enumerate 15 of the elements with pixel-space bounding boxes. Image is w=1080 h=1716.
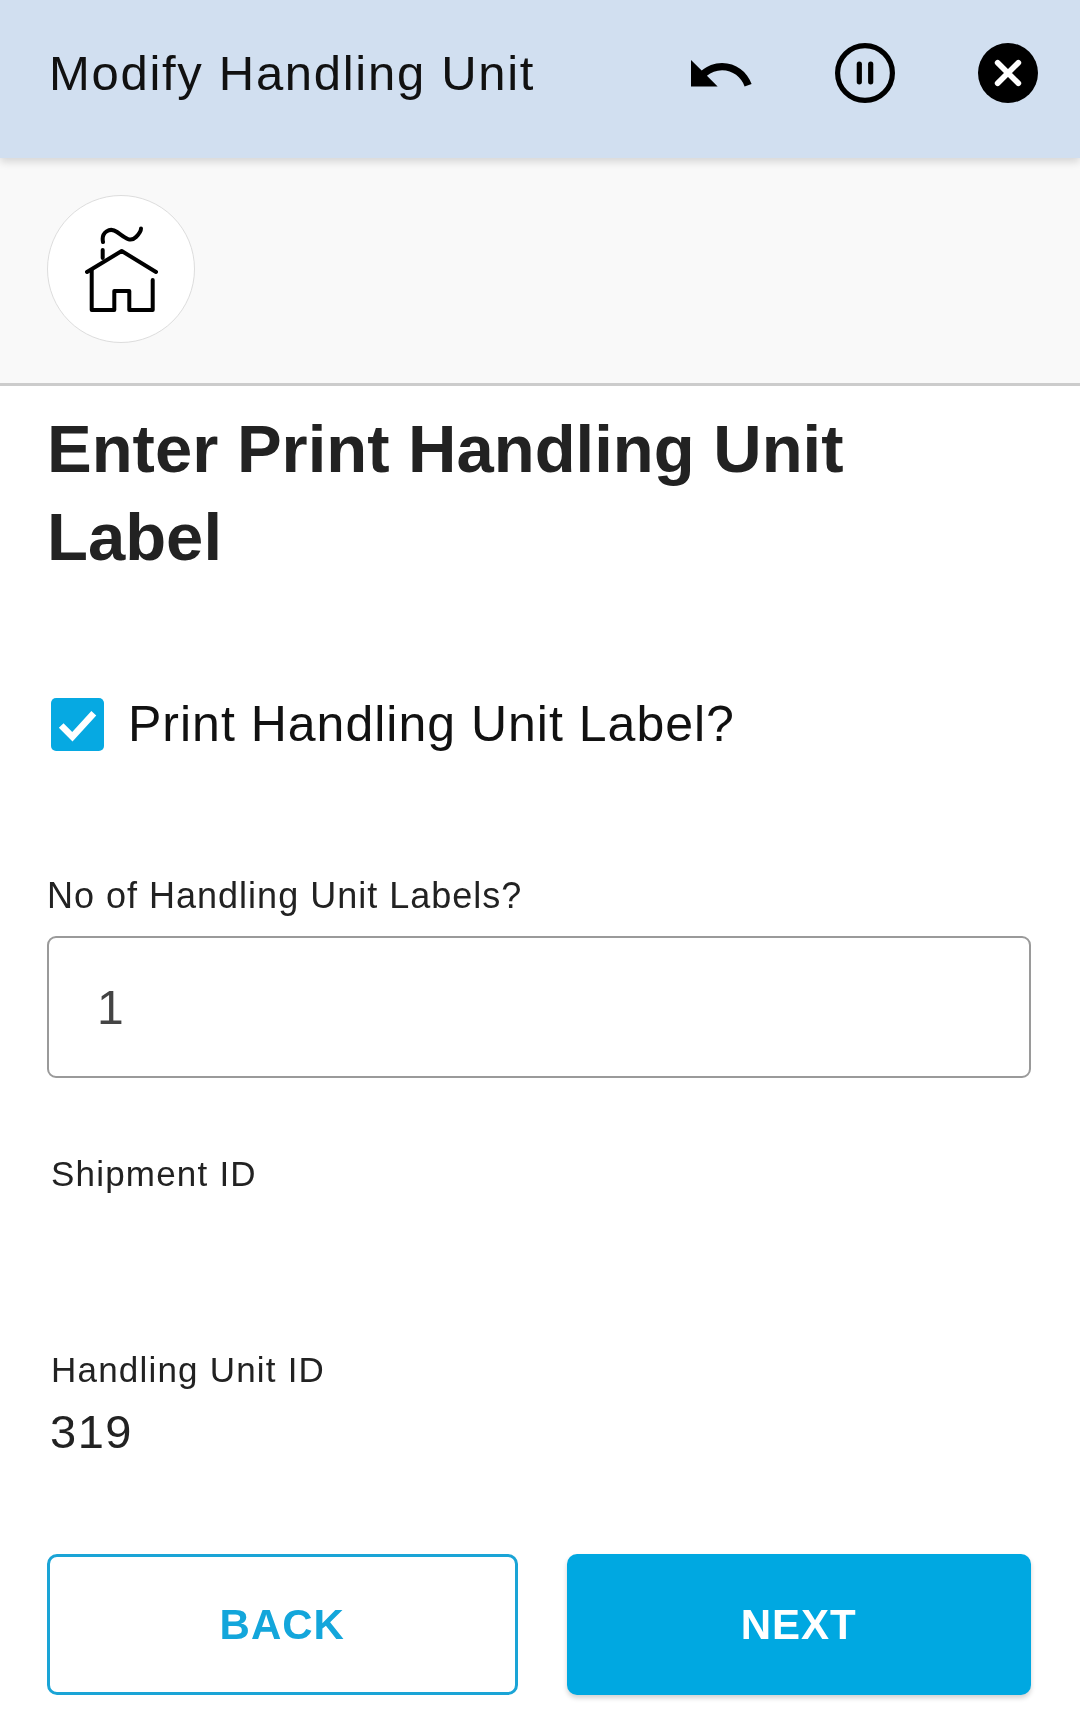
number-input[interactable]: 1 (47, 936, 1031, 1078)
next-button[interactable]: NEXT (566, 1554, 1031, 1695)
close-icon[interactable] (978, 43, 1038, 103)
pause-icon[interactable] (835, 43, 895, 103)
undo-icon[interactable] (691, 59, 752, 87)
back-button[interactable]: BACK (47, 1554, 518, 1695)
field-label: Handling Unit ID (51, 1349, 326, 1391)
checkbox-label: Print Handling Unit Label? (128, 695, 735, 754)
field-label: Shipment ID (51, 1153, 257, 1195)
checkbox[interactable] (51, 697, 104, 751)
house-icon (84, 225, 158, 313)
page-heading: Enter Print Handling Unit Label (47, 410, 845, 576)
window-title: Modify Handling Unit (49, 45, 537, 101)
field-value: 319 (50, 1404, 133, 1460)
field-label: No of Handling Unit Labels? (47, 874, 523, 918)
